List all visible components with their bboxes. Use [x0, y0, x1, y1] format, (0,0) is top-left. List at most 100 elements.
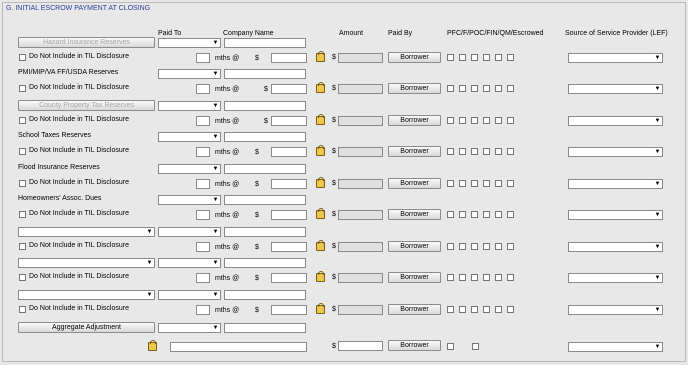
flag-checkbox[interactable] [495, 211, 502, 218]
flag-checkbox[interactable] [447, 243, 454, 250]
flag-checkbox[interactable] [495, 180, 502, 187]
source-provider-select[interactable]: ▼ [568, 305, 663, 315]
flag-checkbox[interactable] [447, 54, 454, 61]
flag-checkbox[interactable] [507, 306, 514, 313]
months-input[interactable] [196, 242, 210, 252]
company-name-input[interactable] [224, 227, 306, 237]
flag-checkbox[interactable] [447, 117, 454, 124]
aggregate-paid-to-select[interactable]: ▼ [158, 323, 221, 333]
paid-by-borrower-button[interactable]: Borrower [388, 178, 441, 189]
rate-input[interactable] [271, 210, 307, 220]
paid-to-select[interactable]: ▼ [158, 195, 221, 205]
flag-checkbox[interactable] [459, 85, 466, 92]
flag-checkbox[interactable] [447, 148, 454, 155]
aggregate-borrower-button[interactable]: Borrower [388, 340, 441, 351]
source-provider-select[interactable]: ▼ [568, 273, 663, 283]
do-not-include-checkbox[interactable] [19, 306, 26, 313]
flag-checkbox[interactable] [495, 54, 502, 61]
source-provider-select[interactable]: ▼ [568, 147, 663, 157]
source-provider-select[interactable]: ▼ [568, 179, 663, 189]
aggregate-flag-checkbox[interactable] [472, 343, 479, 350]
do-not-include-checkbox[interactable] [19, 211, 26, 218]
flag-checkbox[interactable] [459, 180, 466, 187]
lock-icon[interactable] [316, 177, 325, 188]
aggregate-adjustment-button[interactable]: Aggregate Adjustment [18, 322, 155, 333]
flag-checkbox[interactable] [507, 274, 514, 281]
paid-to-select[interactable]: ▼ [158, 38, 221, 48]
months-input[interactable] [196, 147, 210, 157]
aggregate-flag-checkbox[interactable] [447, 343, 454, 350]
paid-by-borrower-button[interactable]: Borrower [388, 83, 441, 94]
flag-checkbox[interactable] [495, 274, 502, 281]
flag-checkbox[interactable] [483, 306, 490, 313]
rate-input[interactable] [271, 116, 307, 126]
reserve-type-select[interactable]: ▼ [18, 227, 155, 237]
flag-checkbox[interactable] [507, 117, 514, 124]
flag-checkbox[interactable] [459, 211, 466, 218]
flag-checkbox[interactable] [471, 85, 478, 92]
flag-checkbox[interactable] [447, 306, 454, 313]
flag-checkbox[interactable] [459, 274, 466, 281]
flag-checkbox[interactable] [507, 243, 514, 250]
aggregate-company-name-input[interactable] [224, 323, 306, 333]
lock-icon[interactable] [316, 271, 325, 282]
source-provider-select[interactable]: ▼ [568, 84, 663, 94]
paid-by-borrower-button[interactable]: Borrower [388, 241, 441, 252]
flag-checkbox[interactable] [483, 274, 490, 281]
flag-checkbox[interactable] [483, 85, 490, 92]
flag-checkbox[interactable] [483, 117, 490, 124]
paid-by-borrower-button[interactable]: Borrower [388, 272, 441, 283]
flag-checkbox[interactable] [495, 243, 502, 250]
paid-by-borrower-button[interactable]: Borrower [388, 304, 441, 315]
aggregate-amount-input[interactable] [338, 341, 383, 351]
rate-input[interactable] [271, 179, 307, 189]
flag-checkbox[interactable] [459, 306, 466, 313]
reserve-type-select[interactable]: ▼ [18, 290, 155, 300]
paid-to-select[interactable]: ▼ [158, 164, 221, 174]
flag-checkbox[interactable] [507, 54, 514, 61]
flag-checkbox[interactable] [459, 54, 466, 61]
flag-checkbox[interactable] [471, 54, 478, 61]
aggregate-source-select[interactable]: ▼ [568, 342, 663, 352]
lock-icon[interactable] [148, 340, 157, 351]
flag-checkbox[interactable] [471, 180, 478, 187]
paid-by-borrower-button[interactable]: Borrower [388, 209, 441, 220]
flag-checkbox[interactable] [495, 117, 502, 124]
flag-checkbox[interactable] [447, 274, 454, 281]
flag-checkbox[interactable] [447, 180, 454, 187]
paid-to-select[interactable]: ▼ [158, 132, 221, 142]
do-not-include-checkbox[interactable] [19, 117, 26, 124]
company-name-input[interactable] [224, 69, 306, 79]
lock-icon[interactable] [316, 303, 325, 314]
flag-checkbox[interactable] [471, 243, 478, 250]
flag-checkbox[interactable] [507, 85, 514, 92]
paid-to-select[interactable]: ▼ [158, 69, 221, 79]
paid-by-borrower-button[interactable]: Borrower [388, 52, 441, 63]
do-not-include-checkbox[interactable] [19, 54, 26, 61]
flag-checkbox[interactable] [495, 85, 502, 92]
lock-icon[interactable] [316, 208, 325, 219]
company-name-input[interactable] [224, 258, 306, 268]
source-provider-select[interactable]: ▼ [568, 53, 663, 63]
flag-checkbox[interactable] [471, 148, 478, 155]
lock-icon[interactable] [316, 51, 325, 62]
lock-icon[interactable] [316, 145, 325, 156]
flag-checkbox[interactable] [495, 306, 502, 313]
months-input[interactable] [196, 179, 210, 189]
months-input[interactable] [196, 210, 210, 220]
flag-checkbox[interactable] [483, 180, 490, 187]
flag-checkbox[interactable] [471, 274, 478, 281]
flag-checkbox[interactable] [483, 148, 490, 155]
paid-to-select[interactable]: ▼ [158, 258, 221, 268]
aggregate-extra-input[interactable] [170, 342, 307, 352]
paid-by-borrower-button[interactable]: Borrower [388, 146, 441, 157]
flag-checkbox[interactable] [447, 85, 454, 92]
reserve-label-button[interactable]: County Property Tax Reserves [18, 100, 155, 111]
reserve-label-button[interactable]: Hazard Insurance Reserves [18, 37, 155, 48]
flag-checkbox[interactable] [471, 306, 478, 313]
flag-checkbox[interactable] [459, 148, 466, 155]
company-name-input[interactable] [224, 132, 306, 142]
flag-checkbox[interactable] [507, 211, 514, 218]
paid-to-select[interactable]: ▼ [158, 227, 221, 237]
rate-input[interactable] [271, 273, 307, 283]
